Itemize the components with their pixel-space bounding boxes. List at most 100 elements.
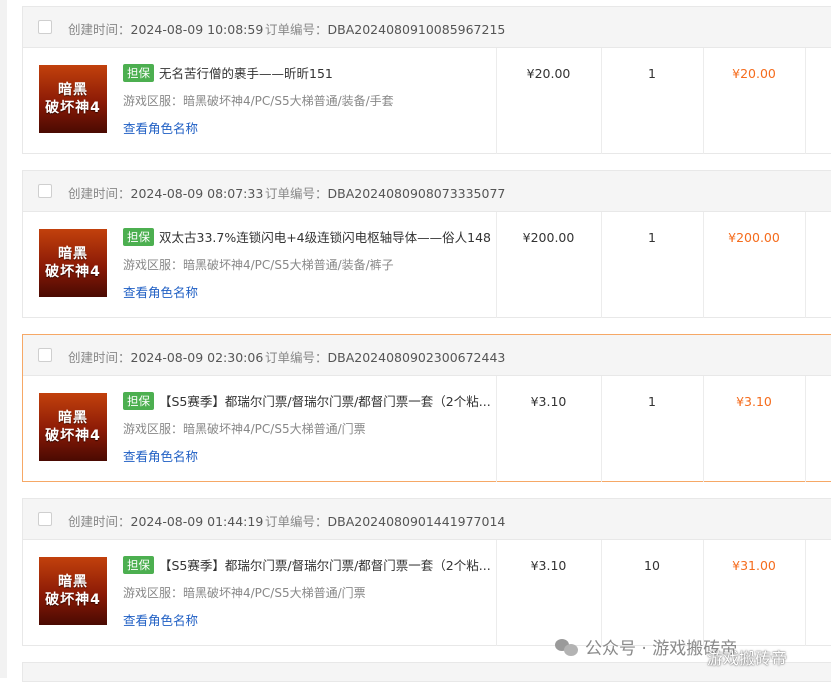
- game-icon-line2: 破坏神4: [45, 264, 101, 280]
- column-divider: [496, 540, 497, 646]
- game-icon-line1: 暗黑: [58, 410, 88, 426]
- item-title-text[interactable]: 【S5赛季】都瑞尔门票/督瑞尔门票/都督门票一套（2个粘...: [159, 558, 491, 573]
- order-body: 暗黑破坏神4 担保 【S5赛季】都瑞尔门票/督瑞尔门票/都督门票一套（2个粘...…: [23, 540, 831, 646]
- wechat-icon: [555, 637, 579, 657]
- watermark-overlay: 游戏搬砖帝: [707, 649, 788, 668]
- column-divider: [703, 48, 704, 154]
- game-region: 游戏区服：暗黑破坏神4/PC/S5大梯普通/门票: [123, 586, 366, 600]
- order-no-label: 订单编号：: [265, 514, 328, 529]
- order-no-value: DBA2024080902300672443: [327, 350, 506, 365]
- order-no-label: 订单编号：: [265, 22, 328, 37]
- order-no-value: DBA2024080910085967215: [327, 22, 506, 37]
- unit-price: ¥20.00: [526, 66, 571, 81]
- created-time: 创建时间：2024-08-09 08:07:33: [68, 183, 263, 202]
- quantity: 1: [648, 230, 656, 245]
- order-card: 创建时间：2024-08-09 10:08:59 订单编号：DBA2024080…: [22, 6, 831, 154]
- unit-price: ¥3.10: [530, 558, 567, 573]
- column-divider: [496, 376, 497, 482]
- game-icon-line2: 破坏神4: [45, 592, 101, 608]
- order-select-checkbox[interactable]: [38, 20, 52, 34]
- column-divider: [601, 48, 602, 154]
- order-select-checkbox[interactable]: [38, 348, 52, 362]
- order-number: 订单编号：DBA2024080910085967215: [265, 19, 505, 38]
- quantity: 10: [644, 558, 660, 573]
- item-title[interactable]: 担保 【S5赛季】都瑞尔门票/督瑞尔门票/都督门票一套（2个粘...: [123, 555, 493, 574]
- game-region: 游戏区服：暗黑破坏神4/PC/S5大梯普通/门票: [123, 422, 366, 436]
- view-role-name-link[interactable]: 查看角色名称: [123, 446, 198, 465]
- total-price: ¥20.00: [732, 66, 776, 81]
- created-time: 创建时间：2024-08-09 02:30:06: [68, 347, 263, 366]
- column-divider: [805, 212, 806, 318]
- order-no-value: DBA2024080908073335077: [327, 186, 506, 201]
- order-card: 创建时间：2024-08-09 01:44:19 订单编号：DBA2024080…: [22, 498, 831, 646]
- unit-price: ¥3.10: [530, 394, 567, 409]
- item-title-text[interactable]: 【S5赛季】都瑞尔门票/督瑞尔门票/都督门票一套（2个粘...: [159, 394, 491, 409]
- order-header: 创建时间：2024-08-09 01:44:19 订单编号：DBA2024080…: [23, 499, 831, 540]
- item-title-text[interactable]: 双太古33.7%连锁闪电+4级连锁闪电枢轴导体——俗人148: [159, 230, 491, 245]
- view-role-name-link[interactable]: 查看角色名称: [123, 610, 198, 629]
- view-role-name-link[interactable]: 查看角色名称: [123, 282, 198, 301]
- order-no-value: DBA2024080901441977014: [327, 514, 506, 529]
- game-icon-line2: 破坏神4: [45, 100, 101, 116]
- quantity: 1: [648, 66, 656, 81]
- column-divider: [805, 48, 806, 154]
- order-number: 订单编号：DBA2024080908073335077: [265, 183, 505, 202]
- total-price: ¥200.00: [728, 230, 780, 245]
- game-region: 游戏区服：暗黑破坏神4/PC/S5大梯普通/装备/裤子: [123, 258, 394, 272]
- quantity: 1: [648, 394, 656, 409]
- column-divider: [496, 212, 497, 318]
- column-divider: [805, 540, 806, 646]
- left-scroll-gutter: [0, 0, 7, 678]
- game-region: 游戏区服：暗黑破坏神4/PC/S5大梯普通/装备/手套: [123, 94, 394, 108]
- total-price: ¥3.10: [736, 394, 772, 409]
- order-no-label: 订单编号：: [265, 350, 328, 365]
- game-icon-diablo4[interactable]: 暗黑破坏神4: [39, 557, 107, 625]
- total-price: ¥31.00: [732, 558, 776, 573]
- game-icon-line2: 破坏神4: [45, 428, 101, 444]
- column-divider: [703, 376, 704, 482]
- guarantee-badge: 担保: [123, 228, 154, 246]
- created-label: 创建时间：: [68, 350, 131, 365]
- created-time-value: 2024-08-09 08:07:33: [130, 186, 264, 201]
- created-time: 创建时间：2024-08-09 10:08:59: [68, 19, 263, 38]
- created-label: 创建时间：: [68, 186, 131, 201]
- item-title-text[interactable]: 无名苦行僧的裹手——昕昕151: [159, 66, 333, 81]
- unit-price: ¥200.00: [522, 230, 575, 245]
- view-role-name-link[interactable]: 查看角色名称: [123, 118, 198, 137]
- created-time: 创建时间：2024-08-09 01:44:19: [68, 511, 263, 530]
- created-time-value: 2024-08-09 10:08:59: [130, 22, 264, 37]
- order-body: 暗黑破坏神4 担保 【S5赛季】都瑞尔门票/督瑞尔门票/都督门票一套（2个粘...…: [23, 376, 831, 482]
- item-title[interactable]: 担保 双太古33.7%连锁闪电+4级连锁闪电枢轴导体——俗人148: [123, 227, 493, 246]
- item-title[interactable]: 担保 【S5赛季】都瑞尔门票/督瑞尔门票/都督门票一套（2个粘...: [123, 391, 493, 410]
- column-divider: [601, 212, 602, 318]
- game-icon-line1: 暗黑: [58, 574, 88, 590]
- order-select-checkbox[interactable]: [38, 512, 52, 526]
- order-no-label: 订单编号：: [265, 186, 328, 201]
- order-body: 暗黑 破坏神4 担保 双太古33.7%连锁闪电+4级连锁闪电枢轴导体——俗人148 …: [23, 212, 831, 318]
- order-card: 创建时间：2024-08-09 08:07:33 订单编号：DBA2024080…: [22, 170, 831, 318]
- created-label: 创建时间：: [68, 22, 131, 37]
- created-time-value: 2024-08-09 02:30:06: [130, 350, 264, 365]
- order-body: 暗黑破坏神4 担保 无名苦行僧的裹手——昕昕151 游戏区服：暗黑破坏神4/PC/…: [23, 48, 831, 154]
- created-time-value: 2024-08-09 01:44:19: [130, 514, 264, 529]
- guarantee-badge: 担保: [123, 64, 154, 82]
- game-icon-line1: 暗黑: [58, 82, 88, 98]
- column-divider: [703, 212, 704, 318]
- guarantee-badge: 担保: [123, 556, 154, 574]
- order-header: 创建时间：2024-08-09 10:08:59 订单编号：DBA2024080…: [23, 7, 831, 48]
- column-divider: [601, 540, 602, 646]
- game-icon-diablo4[interactable]: 暗黑破坏神4: [39, 65, 107, 133]
- guarantee-badge: 担保: [123, 392, 154, 410]
- order-number: 订单编号：DBA2024080902300672443: [265, 347, 505, 366]
- column-divider: [703, 540, 704, 646]
- game-icon-line1: 暗黑: [58, 246, 88, 262]
- column-divider: [601, 376, 602, 482]
- item-title[interactable]: 担保 无名苦行僧的裹手——昕昕151: [123, 63, 493, 82]
- created-label: 创建时间：: [68, 514, 131, 529]
- column-divider: [496, 48, 497, 154]
- order-card-highlighted: 创建时间：2024-08-09 02:30:06 订单编号：DBA2024080…: [22, 334, 831, 482]
- order-select-checkbox[interactable]: [38, 184, 52, 198]
- game-icon-diablo4[interactable]: 暗黑破坏神4: [39, 229, 107, 297]
- order-header: 创建时间：2024-08-09 02:30:06 订单编号：DBA2024080…: [23, 335, 831, 376]
- game-icon-diablo4[interactable]: 暗黑破坏神4: [39, 393, 107, 461]
